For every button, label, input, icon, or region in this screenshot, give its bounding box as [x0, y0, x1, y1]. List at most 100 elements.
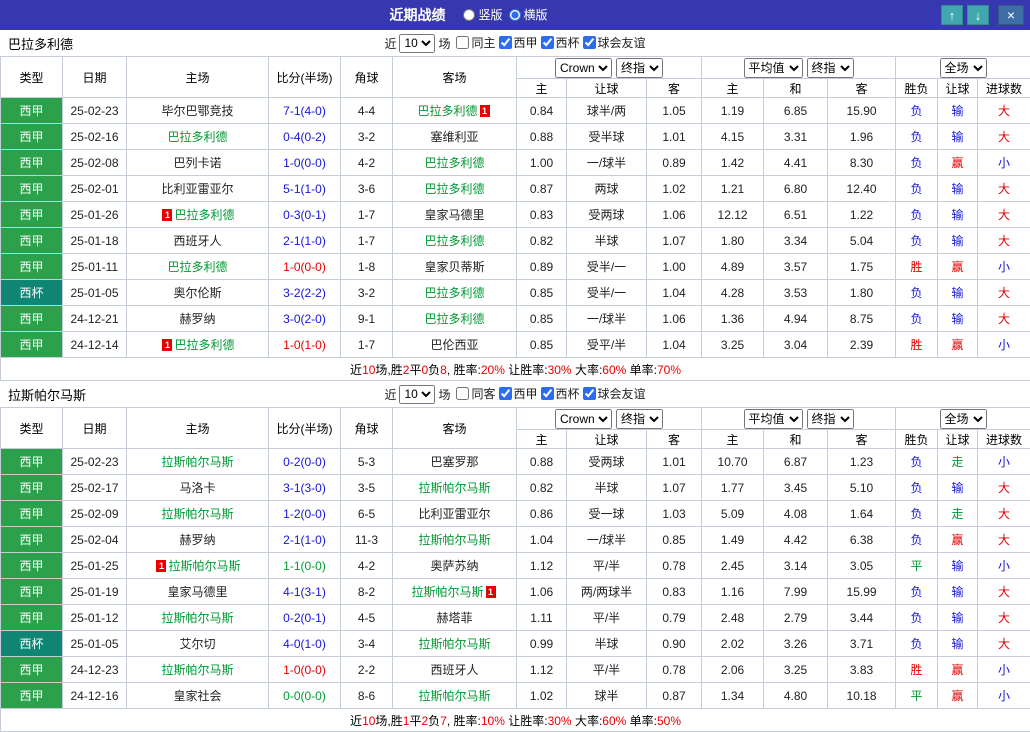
summary-segment: 30% — [547, 362, 572, 377]
result-cell: 平 — [895, 682, 939, 709]
handicap-result-cell: 赢 — [937, 656, 979, 683]
avg-draw-cell: 3.26 — [763, 630, 829, 657]
date-cell: 24-12-21 — [62, 305, 127, 332]
summary-cell: 近10场,胜2平0负8, 胜率:20% 让胜率:30% 大率:60% 单率:70… — [0, 357, 1030, 381]
section-header: 拉斯帕尔马斯 近 10 场 同客 西甲 西杯 球会友谊 — [0, 381, 1030, 407]
odds-company-select[interactable]: Crown — [555, 408, 613, 429]
away-team-cell: 巴拉多利德 — [392, 279, 517, 306]
score-cell: 4-0(1-0) — [268, 630, 341, 657]
scroll-down-button[interactable]: ↓ — [967, 5, 989, 25]
close-button[interactable]: × — [998, 5, 1024, 25]
score-cell: 7-1(4-0) — [268, 97, 341, 124]
score-cell: 1-0(0-0) — [268, 149, 341, 176]
home-team-name: 皇家马德里 — [167, 585, 228, 599]
league-cell: 西甲 — [0, 604, 63, 631]
handicap-cell: 平/半 — [566, 656, 647, 683]
sub-column-header: 客 — [827, 429, 897, 449]
odds-group-header: Crown 终指 — [515, 56, 703, 79]
scope-select[interactable]: 全场 — [939, 57, 987, 78]
summary-segment: 平 — [409, 713, 422, 728]
scroll-up-button[interactable]: ↑ — [941, 5, 963, 25]
red-card-badge: 1 — [479, 105, 490, 117]
results-table: 类型 日期 主场 比分(半场) 角球 客场 Crown 终指 平均值 终指 全场主让球客主和客胜负让… — [0, 407, 1030, 732]
filter-checkbox-input[interactable] — [582, 387, 596, 400]
handicap-result-cell: 输 — [937, 630, 979, 657]
filter-checkbox-input[interactable] — [540, 387, 554, 400]
filter-checkbox: 西杯 — [540, 34, 580, 51]
result-cell: 负 — [895, 604, 939, 631]
goals-cell: 大 — [977, 604, 1030, 631]
view-option: 竖版 — [463, 6, 503, 23]
filter-checkbox-input[interactable] — [456, 387, 470, 400]
odds-company-select[interactable]: Crown — [555, 57, 613, 78]
avg-away-cell: 3.71 — [827, 630, 897, 657]
date-cell: 25-02-08 — [62, 149, 127, 176]
filter-checkbox-input[interactable] — [456, 36, 470, 49]
filter-checkbox-input[interactable] — [540, 36, 554, 49]
league-cell: 西甲 — [0, 500, 63, 527]
avg-draw-cell: 4.94 — [763, 305, 829, 332]
away-team-cell: 比利亚雷亚尔 — [392, 500, 517, 527]
table-row: 西甲 25-02-09 拉斯帕尔马斯 1-2(0-0) 6-5 比利亚雷亚尔 0.86 受一球… — [0, 500, 1030, 527]
corners-cell: 1-7 — [340, 201, 393, 228]
filter-checkbox-input[interactable] — [498, 387, 512, 400]
filter-near-label: 近 — [384, 387, 397, 402]
odds-home-cell: 0.86 — [516, 500, 567, 527]
home-team-name: 毕尔巴鄂竞技 — [161, 104, 234, 118]
odds-home-cell: 0.89 — [516, 253, 567, 280]
sub-column-header: 让球 — [937, 78, 979, 98]
table-row: 西甲 25-02-23 毕尔巴鄂竞技 7-1(4-0) 4-4 巴拉多利德 1 0.84 球半/… — [0, 97, 1030, 124]
odds-stage-select[interactable]: 终指 — [616, 57, 664, 78]
view-radio-2[interactable] — [508, 8, 521, 21]
avg-stage-select[interactable]: 终指 — [806, 57, 854, 78]
date-cell: 25-01-12 — [62, 604, 127, 631]
filter-checkbox-label: 球会友谊 — [597, 387, 646, 401]
avg-away-cell: 1.64 — [827, 500, 897, 527]
away-team-name: 塞维利亚 — [430, 130, 479, 144]
league-cell: 西甲 — [0, 474, 63, 501]
corners-cell: 6-5 — [340, 500, 393, 527]
odds-away-cell: 1.01 — [645, 448, 703, 475]
odds-away-cell: 0.87 — [645, 682, 703, 709]
filter-checkbox-input[interactable] — [582, 36, 596, 49]
away-team-name: 巴伦西亚 — [430, 338, 479, 352]
avg-draw-cell: 3.25 — [763, 656, 829, 683]
goals-cell: 大 — [977, 305, 1030, 332]
scope-select[interactable]: 全场 — [939, 408, 987, 429]
sub-column-header: 胜负 — [895, 78, 939, 98]
score-cell: 1-0(1-0) — [268, 331, 341, 358]
avg-select[interactable]: 平均值 — [743, 57, 803, 78]
avg-select[interactable]: 平均值 — [743, 408, 803, 429]
avg-away-cell: 2.39 — [827, 331, 897, 358]
handicap-cell: 受半/一 — [566, 279, 647, 306]
corners-cell: 3-4 — [340, 630, 393, 657]
score-cell: 1-2(0-0) — [268, 500, 341, 527]
match-count-select[interactable]: 10 — [399, 33, 436, 53]
away-team-cell: 巴拉多利德 — [392, 305, 517, 332]
result-cell: 负 — [895, 97, 939, 124]
view-radio-1[interactable] — [463, 8, 476, 21]
filter-checkbox-label: 同客 — [471, 387, 496, 401]
table-row: 西甲 24-12-16 皇家社会 0-0(0-0) 8-6 拉斯帕尔马斯 1.02 球半 0.8… — [0, 682, 1030, 709]
home-team-name: 比利亚雷亚尔 — [161, 182, 234, 196]
goals-cell: 小 — [977, 682, 1030, 709]
match-count-select[interactable]: 10 — [399, 384, 436, 404]
handicap-cell: 受两球 — [566, 448, 647, 475]
filter-checkbox-input[interactable] — [498, 36, 512, 49]
goals-cell: 小 — [977, 656, 1030, 683]
goals-cell: 大 — [977, 474, 1030, 501]
handicap-result-cell: 走 — [937, 448, 979, 475]
away-team-name: 拉斯帕尔马斯 — [411, 585, 484, 599]
score-cell: 1-0(0-0) — [268, 253, 341, 280]
goals-cell: 大 — [977, 123, 1030, 150]
corners-cell: 4-2 — [340, 552, 393, 579]
avg-home-cell: 2.48 — [701, 604, 765, 631]
home-team-cell: 拉斯帕尔马斯 — [126, 604, 269, 631]
filter-checkbox-label: 西甲 — [513, 36, 538, 50]
filter-near-label: 近 — [384, 36, 397, 51]
score-cell: 0-4(0-2) — [268, 123, 341, 150]
avg-stage-select[interactable]: 终指 — [806, 408, 854, 429]
goals-cell: 大 — [977, 279, 1030, 306]
table-row: 西甲 25-02-08 巴列卡诺 1-0(0-0) 4-2 巴拉多利德 1.00 一/球半 0.… — [0, 149, 1030, 176]
odds-stage-select[interactable]: 终指 — [616, 408, 664, 429]
